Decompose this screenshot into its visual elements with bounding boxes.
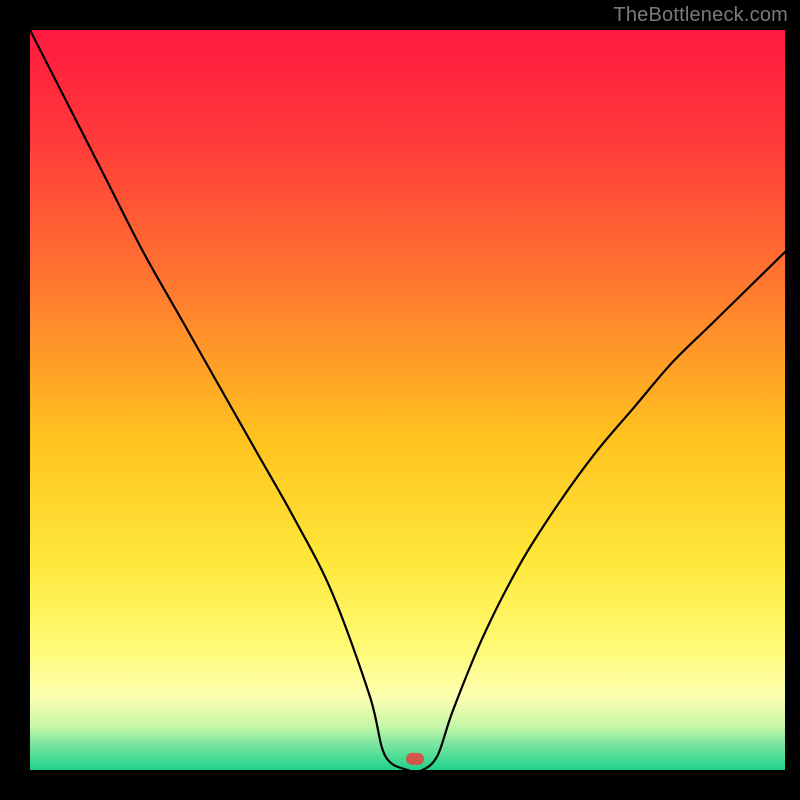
chart-frame: TheBottleneck.com (0, 0, 800, 800)
optimum-marker (406, 753, 424, 765)
plot-background (30, 30, 785, 770)
watermark-text: TheBottleneck.com (613, 4, 788, 27)
bottleneck-chart (0, 0, 800, 800)
